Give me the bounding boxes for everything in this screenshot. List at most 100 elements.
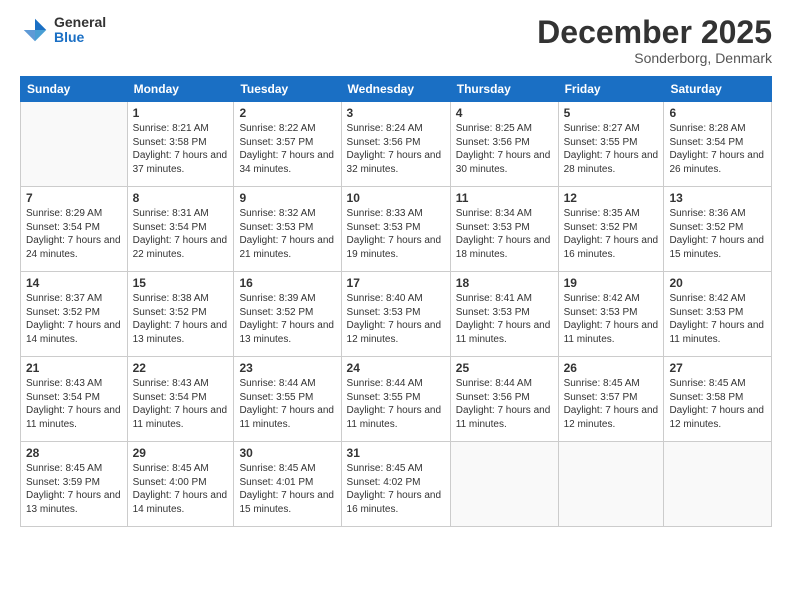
week-row-5: 28Sunrise: 8:45 AMSunset: 3:59 PMDayligh… xyxy=(21,442,772,527)
day-info: Sunrise: 8:44 AMSunset: 3:56 PMDaylight:… xyxy=(456,377,553,431)
day-number: 11 xyxy=(456,191,553,205)
day-cell-w1-d5: 4 Sunrise: 8:25 AMSunset: 3:56 PMDaylight… xyxy=(450,102,558,187)
day-cell-w3-d3: 16 Sunrise: 8:39 AMSunset: 3:52 PMDayligh… xyxy=(234,272,341,357)
day-number: 1 xyxy=(133,106,229,120)
day-cell-w1-d3: 2 Sunrise: 8:22 AMSunset: 3:57 PMDaylight… xyxy=(234,102,341,187)
day-info: Sunrise: 8:22 AMSunset: 3:57 PMDaylight:… xyxy=(239,122,335,176)
day-info: Sunrise: 8:38 AMSunset: 3:52 PMDaylight:… xyxy=(133,292,229,346)
day-number: 17 xyxy=(347,276,445,290)
day-number: 10 xyxy=(347,191,445,205)
day-number: 13 xyxy=(669,191,766,205)
day-info: Sunrise: 8:45 AMSunset: 3:57 PMDaylight:… xyxy=(564,377,659,431)
day-info: Sunrise: 8:45 AMSunset: 4:01 PMDaylight:… xyxy=(239,462,335,516)
day-cell-w3-d7: 20 Sunrise: 8:42 AMSunset: 3:53 PMDayligh… xyxy=(664,272,772,357)
day-cell-w4-d4: 24Sunrise: 8:44 AMSunset: 3:55 PMDayligh… xyxy=(341,357,450,442)
week-row-4: 21Sunrise: 8:43 AMSunset: 3:54 PMDayligh… xyxy=(21,357,772,442)
day-number: 20 xyxy=(669,276,766,290)
day-number: 25 xyxy=(456,361,553,375)
day-info: Sunrise: 8:35 AMSunset: 3:52 PMDaylight:… xyxy=(564,207,659,261)
day-info: Sunrise: 8:27 AMSunset: 3:55 PMDaylight:… xyxy=(564,122,659,176)
day-info: Sunrise: 8:40 AMSunset: 3:53 PMDaylight:… xyxy=(347,292,445,346)
weekday-header-row: Sunday Monday Tuesday Wednesday Thursday… xyxy=(21,77,772,102)
day-cell-w2-d4: 10Sunrise: 8:33 AMSunset: 3:53 PMDayligh… xyxy=(341,187,450,272)
day-number: 7 xyxy=(26,191,122,205)
day-info: Sunrise: 8:32 AMSunset: 3:53 PMDaylight:… xyxy=(239,207,335,261)
day-number: 30 xyxy=(239,446,335,460)
logo-general-text: General xyxy=(54,15,106,30)
day-info: Sunrise: 8:45 AMSunset: 4:02 PMDaylight:… xyxy=(347,462,445,516)
header-thursday: Thursday xyxy=(450,77,558,102)
day-cell-w5-d5 xyxy=(450,442,558,527)
day-cell-w5-d2: 29 Sunrise: 8:45 AMSunset: 4:00 PMDayligh… xyxy=(127,442,234,527)
header-monday: Monday xyxy=(127,77,234,102)
day-cell-w3-d1: 14Sunrise: 8:37 AMSunset: 3:52 PMDayligh… xyxy=(21,272,128,357)
day-number: 4 xyxy=(456,106,553,120)
day-info: Sunrise: 8:43 AMSunset: 3:54 PMDaylight:… xyxy=(133,377,229,431)
day-cell-w4-d5: 25 Sunrise: 8:44 AMSunset: 3:56 PMDayligh… xyxy=(450,357,558,442)
header-sunday: Sunday xyxy=(21,77,128,102)
day-number: 5 xyxy=(564,106,659,120)
day-info: Sunrise: 8:29 AMSunset: 3:54 PMDaylight:… xyxy=(26,207,122,261)
day-info: Sunrise: 8:36 AMSunset: 3:52 PMDaylight:… xyxy=(669,207,766,261)
day-cell-w4-d7: 27Sunrise: 8:45 AMSunset: 3:58 PMDayligh… xyxy=(664,357,772,442)
logo-icon xyxy=(20,15,50,45)
day-number: 24 xyxy=(347,361,445,375)
day-number: 6 xyxy=(669,106,766,120)
logo-blue-text: Blue xyxy=(54,30,106,45)
header-friday: Friday xyxy=(558,77,664,102)
day-info: Sunrise: 8:41 AMSunset: 3:53 PMDaylight:… xyxy=(456,292,553,346)
day-cell-w2-d5: 11 Sunrise: 8:34 AMSunset: 3:53 PMDayligh… xyxy=(450,187,558,272)
day-number: 23 xyxy=(239,361,335,375)
day-number: 26 xyxy=(564,361,659,375)
day-number: 18 xyxy=(456,276,553,290)
location-text: Sonderborg, Denmark xyxy=(537,50,772,66)
day-cell-w5-d1: 28Sunrise: 8:45 AMSunset: 3:59 PMDayligh… xyxy=(21,442,128,527)
day-number: 19 xyxy=(564,276,659,290)
day-number: 16 xyxy=(239,276,335,290)
day-number: 29 xyxy=(133,446,229,460)
title-block: December 2025 Sonderborg, Denmark xyxy=(537,15,772,66)
day-cell-w3-d4: 17 Sunrise: 8:40 AMSunset: 3:53 PMDayligh… xyxy=(341,272,450,357)
day-info: Sunrise: 8:45 AMSunset: 3:59 PMDaylight:… xyxy=(26,462,122,516)
day-number: 15 xyxy=(133,276,229,290)
day-info: Sunrise: 8:28 AMSunset: 3:54 PMDaylight:… xyxy=(669,122,766,176)
day-number: 2 xyxy=(239,106,335,120)
logo-text: General Blue xyxy=(54,15,106,46)
day-info: Sunrise: 8:42 AMSunset: 3:53 PMDaylight:… xyxy=(564,292,659,346)
page: General Blue December 2025 Sonderborg, D… xyxy=(0,0,792,612)
day-info: Sunrise: 8:43 AMSunset: 3:54 PMDaylight:… xyxy=(26,377,122,431)
day-cell-w1-d7: 6 Sunrise: 8:28 AMSunset: 3:54 PMDaylight… xyxy=(664,102,772,187)
day-info: Sunrise: 8:39 AMSunset: 3:52 PMDaylight:… xyxy=(239,292,335,346)
day-info: Sunrise: 8:21 AMSunset: 3:58 PMDaylight:… xyxy=(133,122,229,176)
day-cell-w1-d2: 1 Sunrise: 8:21 AMSunset: 3:58 PMDaylight… xyxy=(127,102,234,187)
day-cell-w2-d6: 12 Sunrise: 8:35 AMSunset: 3:52 PMDayligh… xyxy=(558,187,664,272)
day-cell-w3-d6: 19 Sunrise: 8:42 AMSunset: 3:53 PMDayligh… xyxy=(558,272,664,357)
day-cell-w4-d6: 26 Sunrise: 8:45 AMSunset: 3:57 PMDayligh… xyxy=(558,357,664,442)
day-cell-w3-d2: 15 Sunrise: 8:38 AMSunset: 3:52 PMDayligh… xyxy=(127,272,234,357)
day-number: 22 xyxy=(133,361,229,375)
day-info: Sunrise: 8:45 AMSunset: 4:00 PMDaylight:… xyxy=(133,462,229,516)
week-row-1: 1 Sunrise: 8:21 AMSunset: 3:58 PMDaylight… xyxy=(21,102,772,187)
header-wednesday: Wednesday xyxy=(341,77,450,102)
day-cell-w5-d3: 30 Sunrise: 8:45 AMSunset: 4:01 PMDayligh… xyxy=(234,442,341,527)
day-info: Sunrise: 8:25 AMSunset: 3:56 PMDaylight:… xyxy=(456,122,553,176)
calendar-table: Sunday Monday Tuesday Wednesday Thursday… xyxy=(20,76,772,527)
header: General Blue December 2025 Sonderborg, D… xyxy=(20,15,772,66)
day-cell-w1-d1 xyxy=(21,102,128,187)
logo: General Blue xyxy=(20,15,106,46)
day-cell-w2-d3: 9 Sunrise: 8:32 AMSunset: 3:53 PMDaylight… xyxy=(234,187,341,272)
header-saturday: Saturday xyxy=(664,77,772,102)
week-row-2: 7 Sunrise: 8:29 AMSunset: 3:54 PMDaylight… xyxy=(21,187,772,272)
day-cell-w5-d6 xyxy=(558,442,664,527)
day-info: Sunrise: 8:34 AMSunset: 3:53 PMDaylight:… xyxy=(456,207,553,261)
day-cell-w1-d6: 5 Sunrise: 8:27 AMSunset: 3:55 PMDaylight… xyxy=(558,102,664,187)
day-info: Sunrise: 8:42 AMSunset: 3:53 PMDaylight:… xyxy=(669,292,766,346)
week-row-3: 14Sunrise: 8:37 AMSunset: 3:52 PMDayligh… xyxy=(21,272,772,357)
day-info: Sunrise: 8:45 AMSunset: 3:58 PMDaylight:… xyxy=(669,377,766,431)
header-tuesday: Tuesday xyxy=(234,77,341,102)
day-cell-w4-d1: 21Sunrise: 8:43 AMSunset: 3:54 PMDayligh… xyxy=(21,357,128,442)
day-cell-w2-d2: 8Sunrise: 8:31 AMSunset: 3:54 PMDaylight… xyxy=(127,187,234,272)
day-number: 9 xyxy=(239,191,335,205)
day-info: Sunrise: 8:44 AMSunset: 3:55 PMDaylight:… xyxy=(239,377,335,431)
day-number: 12 xyxy=(564,191,659,205)
